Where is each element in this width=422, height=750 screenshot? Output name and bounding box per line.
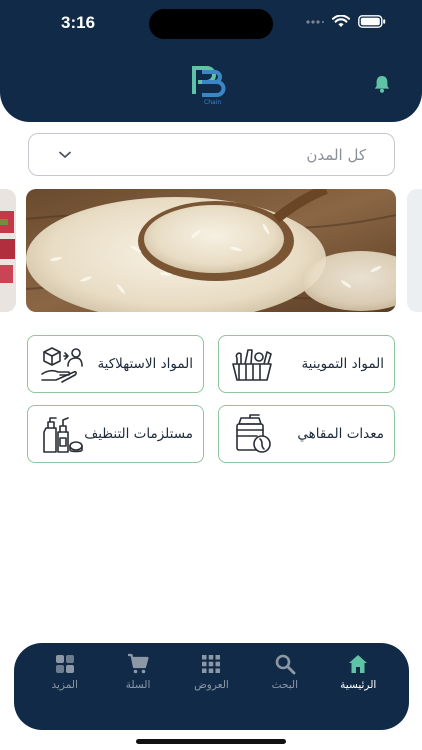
chevron-down-icon [59, 151, 71, 158]
category-label: المواد التموينية [301, 355, 384, 372]
app-logo: Chain [190, 64, 234, 106]
category-label: معدات المقاهي [297, 425, 384, 442]
city-filter-dropdown[interactable]: كل المدن [28, 133, 395, 176]
banner-next-peek[interactable] [407, 189, 422, 312]
bell-icon[interactable] [372, 74, 392, 94]
tab-more[interactable]: المزيد [33, 653, 97, 730]
category-cafe-equipment[interactable]: معدات المقاهي [218, 405, 395, 463]
battery-icon [358, 15, 386, 28]
category-cleaning-supplies[interactable]: مستلزمات التنظيف [27, 405, 204, 463]
tab-label: البحث [271, 679, 299, 691]
status-icons [306, 15, 386, 28]
tab-label: الرئيسية [340, 679, 377, 691]
signal-icon [306, 19, 324, 24]
home-indicator[interactable] [136, 739, 286, 744]
search-icon [275, 654, 296, 675]
home-icon [349, 655, 368, 673]
category-label: المواد الاستهلاكية [97, 355, 193, 372]
status-time: 3:16 [61, 13, 96, 32]
tab-label: السلة [125, 679, 151, 691]
cart-icon [128, 653, 149, 674]
consumables-hand-box-icon [41, 347, 83, 383]
cleaning-supplies-icon [43, 417, 83, 453]
coffee-grinder-icon [236, 414, 271, 453]
tab-home[interactable]: الرئيسية [326, 653, 390, 730]
grid-icon [202, 655, 221, 673]
category-consumables[interactable]: المواد الاستهلاكية [27, 335, 204, 393]
dynamic-island [149, 9, 273, 39]
tab-offers[interactable]: العروض [179, 653, 243, 730]
category-label: مستلزمات التنظيف [84, 425, 193, 442]
bottom-tab-bar: الرئيسية البحث العروض السلة المزيد [14, 643, 409, 730]
wifi-icon [332, 15, 350, 27]
tab-label: العروض [194, 679, 229, 691]
rice-banner-image[interactable] [26, 189, 396, 312]
grocery-basket-icon [232, 349, 272, 381]
tab-cart[interactable]: السلة [106, 653, 170, 730]
more-icon [55, 655, 74, 673]
tab-search[interactable]: البحث [253, 653, 317, 730]
app-header: 3:16 Chain [0, 0, 422, 122]
banner-prev-peek[interactable] [0, 189, 16, 312]
city-filter-value: كل المدن [306, 145, 366, 164]
logo-caption: Chain [204, 99, 221, 106]
tab-label: المزيد [51, 679, 78, 691]
category-groceries[interactable]: المواد التموينية [218, 335, 395, 393]
